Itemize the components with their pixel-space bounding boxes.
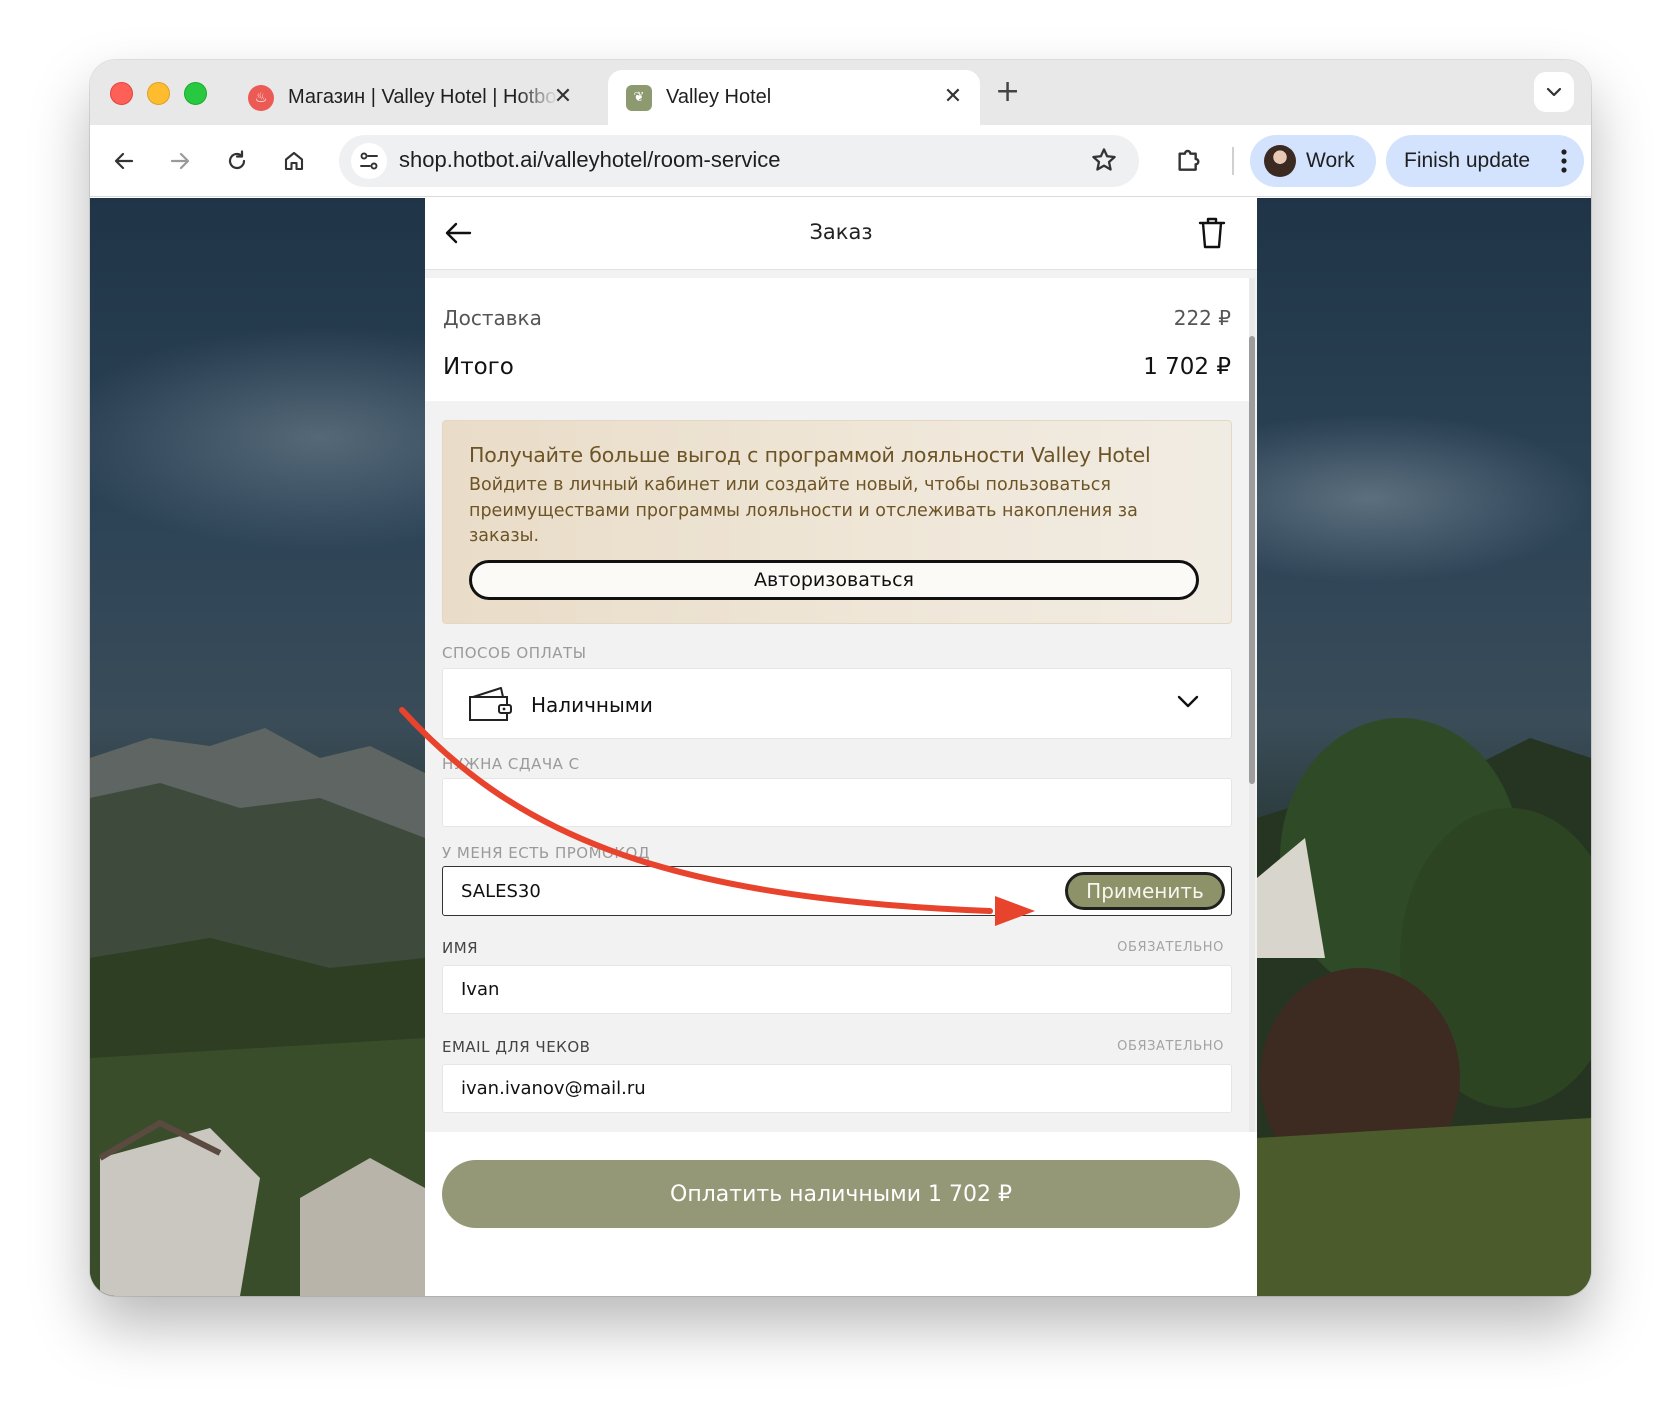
new-tab-button[interactable]: + — [995, 77, 1020, 107]
chevron-down-icon — [1546, 87, 1562, 97]
name-required-label: ОБЯЗАТЕЛЬНО — [1117, 940, 1224, 955]
trash-icon — [1198, 217, 1226, 249]
reload-icon — [228, 150, 246, 170]
minimize-window-button[interactable] — [147, 82, 170, 105]
change-input[interactable] — [442, 778, 1232, 827]
profile-label: Work — [1306, 149, 1355, 172]
site-settings-button[interactable] — [351, 143, 387, 179]
order-summary: Доставка 222 ₽ Итого 1 702 ₽ — [425, 278, 1249, 401]
promo-value: SALES30 — [461, 880, 541, 902]
loyalty-text: Войдите в личный кабинет или создайте но… — [469, 475, 1138, 546]
tab-search-button[interactable] — [1534, 72, 1574, 112]
wallet-icon — [469, 687, 512, 721]
apply-promo-button[interactable]: Применить — [1065, 872, 1225, 910]
extensions-button[interactable] — [1173, 143, 1205, 179]
clear-cart-button[interactable] — [1197, 216, 1227, 254]
tab-shop[interactable]: ♨ Магазин | Valley Hotel | Hotbot ✕ — [230, 70, 590, 125]
delivery-label: Доставка — [443, 306, 542, 330]
tab-title: Магазин | Valley Hotel | Hotbot — [288, 86, 558, 108]
page-content: Заказ Доставка 222 ₽ Итого 1 702 ₽ Получ… — [90, 198, 1591, 1296]
promo-input[interactable]: SALES30 Применить — [442, 866, 1232, 916]
payment-method-value: Наличными — [531, 693, 653, 717]
address-bar[interactable]: shop.hotbot.ai/valleyhotel/room-service — [339, 135, 1139, 187]
name-input[interactable]: Ivan — [442, 965, 1232, 1014]
maximize-window-button[interactable] — [184, 82, 207, 105]
payment-method-label: СПОСОБ ОПЛАТЫ — [442, 644, 587, 662]
browser-window: ♨ Магазин | Valley Hotel | Hotbot ✕ ❦ Va… — [90, 60, 1591, 1296]
name-label: ИМЯ — [442, 939, 479, 957]
puzzle-icon — [1178, 149, 1200, 171]
home-button[interactable] — [276, 143, 312, 179]
pay-button[interactable]: Оплатить наличными 1 702 ₽ — [442, 1160, 1240, 1228]
profile-button[interactable]: Work — [1250, 135, 1376, 187]
loyalty-title: Получайте больше выгод с программой лоял… — [469, 443, 1151, 467]
tab-valley-hotel[interactable]: ❦ Valley Hotel ✕ — [608, 70, 980, 125]
email-label: EMAIL ДЛЯ ЧЕКОВ — [442, 1038, 591, 1056]
tab-title: Valley Hotel — [666, 86, 772, 108]
reload-button[interactable] — [219, 143, 255, 179]
tune-icon — [360, 152, 378, 170]
arrow-right-icon — [170, 152, 190, 170]
forward-button[interactable] — [162, 143, 198, 179]
change-label: НУЖНА СДАЧА С — [442, 755, 580, 773]
order-panel: Заказ Доставка 222 ₽ Итого 1 702 ₽ Получ… — [425, 198, 1257, 1296]
finish-update-button[interactable]: Finish update — [1386, 135, 1584, 187]
scrollbar-thumb[interactable] — [1249, 336, 1255, 784]
url-text[interactable]: shop.hotbot.ai/valleyhotel/room-service — [399, 147, 781, 173]
page-title: Заказ — [809, 220, 873, 244]
email-required-label: ОБЯЗАТЕЛЬНО — [1117, 1039, 1224, 1054]
total-row: Итого 1 702 ₽ — [443, 354, 1231, 380]
order-header: Заказ — [425, 198, 1257, 270]
update-label: Finish update — [1404, 149, 1531, 172]
total-label: Итого — [443, 354, 514, 380]
arrow-left-icon — [114, 152, 134, 170]
close-tab-icon[interactable]: ✕ — [940, 84, 966, 110]
chevron-down-icon — [1177, 695, 1199, 708]
promo-label: У МЕНЯ ЕСТЬ ПРОМОКОД — [442, 844, 651, 862]
loyalty-banner: Получайте больше выгод с программой лоял… — [442, 420, 1232, 624]
home-icon — [284, 151, 304, 171]
browser-toolbar: shop.hotbot.ai/valleyhotel/room-service … — [90, 125, 1591, 197]
total-value: 1 702 ₽ — [1143, 354, 1231, 380]
star-icon — [1092, 148, 1116, 171]
close-window-button[interactable] — [110, 82, 133, 105]
tab-strip: ♨ Магазин | Valley Hotel | Hotbot ✕ ❦ Va… — [90, 60, 1591, 125]
login-button[interactable]: Авторизоваться — [469, 560, 1199, 600]
valley-hotel-icon: ❦ — [626, 84, 652, 111]
delivery-value: 222 ₽ — [1173, 306, 1231, 330]
delivery-row: Доставка 222 ₽ — [443, 306, 1231, 330]
close-tab-icon[interactable]: ✕ — [550, 84, 576, 110]
email-input[interactable]: ivan.ivanov@mail.ru — [442, 1064, 1232, 1113]
more-vert-icon — [1561, 149, 1567, 173]
avatar — [1264, 145, 1296, 177]
hotbot-flame-icon: ♨ — [248, 84, 274, 111]
payment-method-select[interactable]: Наличными — [442, 668, 1232, 739]
back-button[interactable] — [106, 143, 142, 179]
toolbar-divider — [1232, 147, 1234, 175]
bookmark-star-button[interactable] — [1089, 145, 1119, 179]
